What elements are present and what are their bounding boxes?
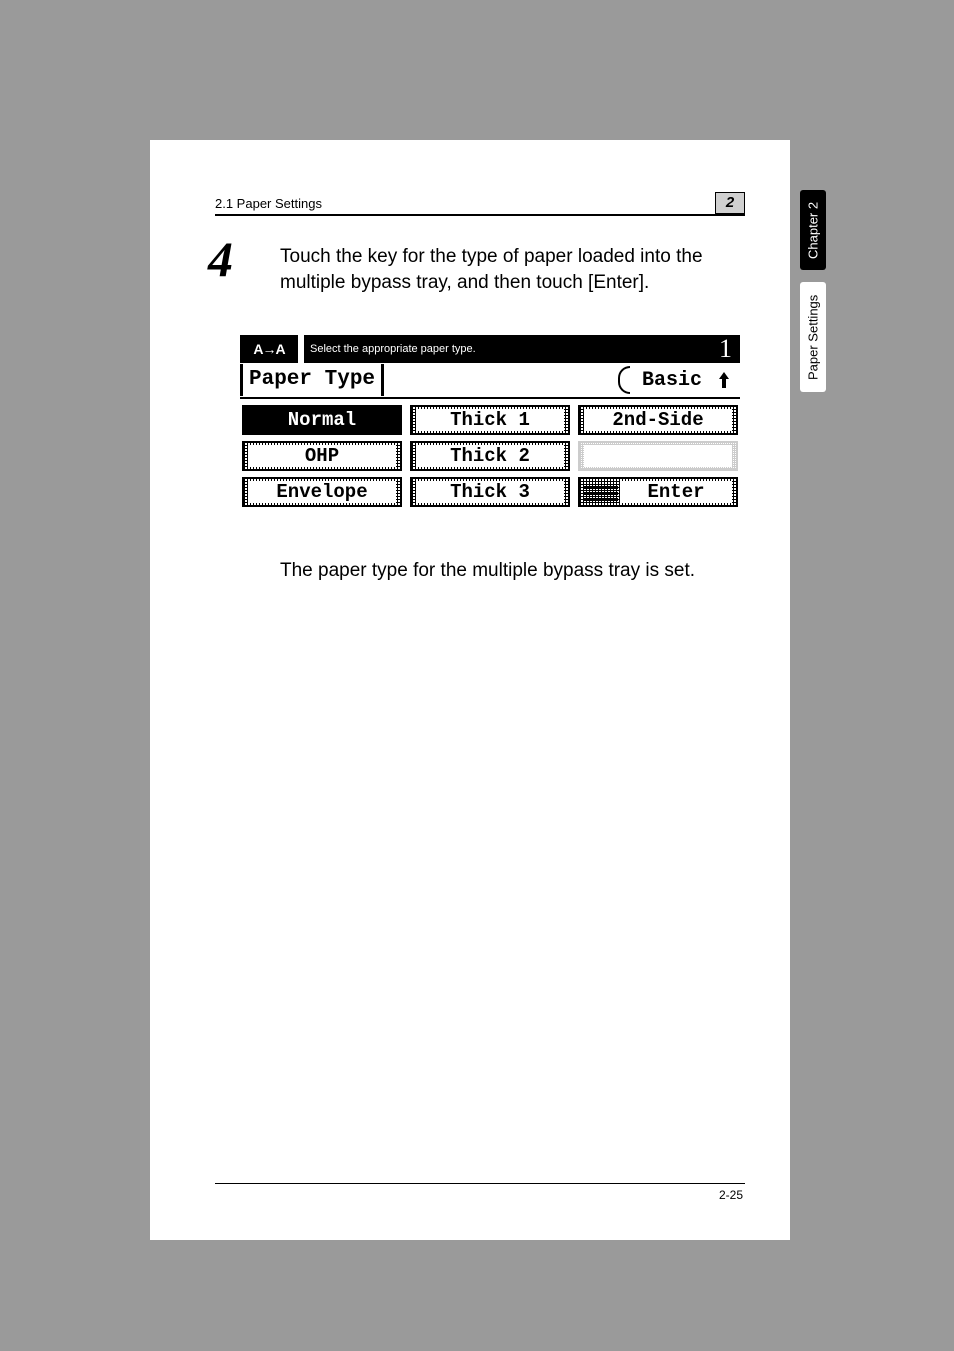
manual-page: 2.1 Paper Settings 2 4 Touch the key for… [150, 140, 790, 1240]
paper-type-thick2-button[interactable]: Thick 2 [410, 441, 570, 471]
header-rule [215, 214, 745, 216]
mode-label: Basic [632, 369, 712, 392]
lcd-copy-count: 1 [719, 334, 732, 364]
step-instruction: Touch the key for the type of paper load… [280, 244, 745, 295]
copy-mode-icon: A→A [240, 335, 298, 363]
paper-type-normal-button[interactable]: Normal [242, 405, 402, 435]
header-section: 2.1 Paper Settings [215, 196, 322, 211]
lcd-instruction-text: Select the appropriate paper type. [310, 343, 476, 355]
step-number: 4 [208, 230, 233, 288]
lcd-topbar: A→A Select the appropriate paper type. 1 [240, 335, 740, 363]
paper-type-2nd-side-button[interactable]: 2nd-Side [578, 405, 738, 435]
paper-type-thick1-button[interactable]: Thick 1 [410, 405, 570, 435]
lcd-instruction-bar: Select the appropriate paper type. 1 [304, 335, 740, 363]
empty-slot [578, 441, 738, 471]
page-number: 2-25 [719, 1188, 743, 1202]
lcd-button-grid: Normal Thick 1 2nd-Side OHP Thick 2 Enve… [240, 399, 740, 507]
copy-mode-glyph: A→A [253, 341, 284, 357]
step-result: The paper type for the multiple bypass t… [280, 558, 745, 584]
enter-button[interactable]: Enter [578, 477, 738, 507]
footer-rule [215, 1183, 745, 1184]
lcd-screen-title: Paper Type [240, 364, 384, 396]
lcd-title-row: Paper Type Basic [240, 363, 740, 399]
chapter-badge: 2 [715, 192, 745, 214]
paper-type-thick3-button[interactable]: Thick 3 [410, 477, 570, 507]
lcd-panel: A→A Select the appropriate paper type. 1… [240, 335, 740, 515]
side-tab-chapter: Chapter 2 [800, 190, 826, 270]
paper-type-envelope-button[interactable]: Envelope [242, 477, 402, 507]
tab-left-paren-icon [618, 366, 630, 394]
mode-tab[interactable]: Basic [618, 366, 734, 394]
paper-type-ohp-button[interactable]: OHP [242, 441, 402, 471]
scroll-up-icon[interactable] [714, 366, 734, 394]
side-tab-section: Paper Settings [800, 282, 826, 392]
